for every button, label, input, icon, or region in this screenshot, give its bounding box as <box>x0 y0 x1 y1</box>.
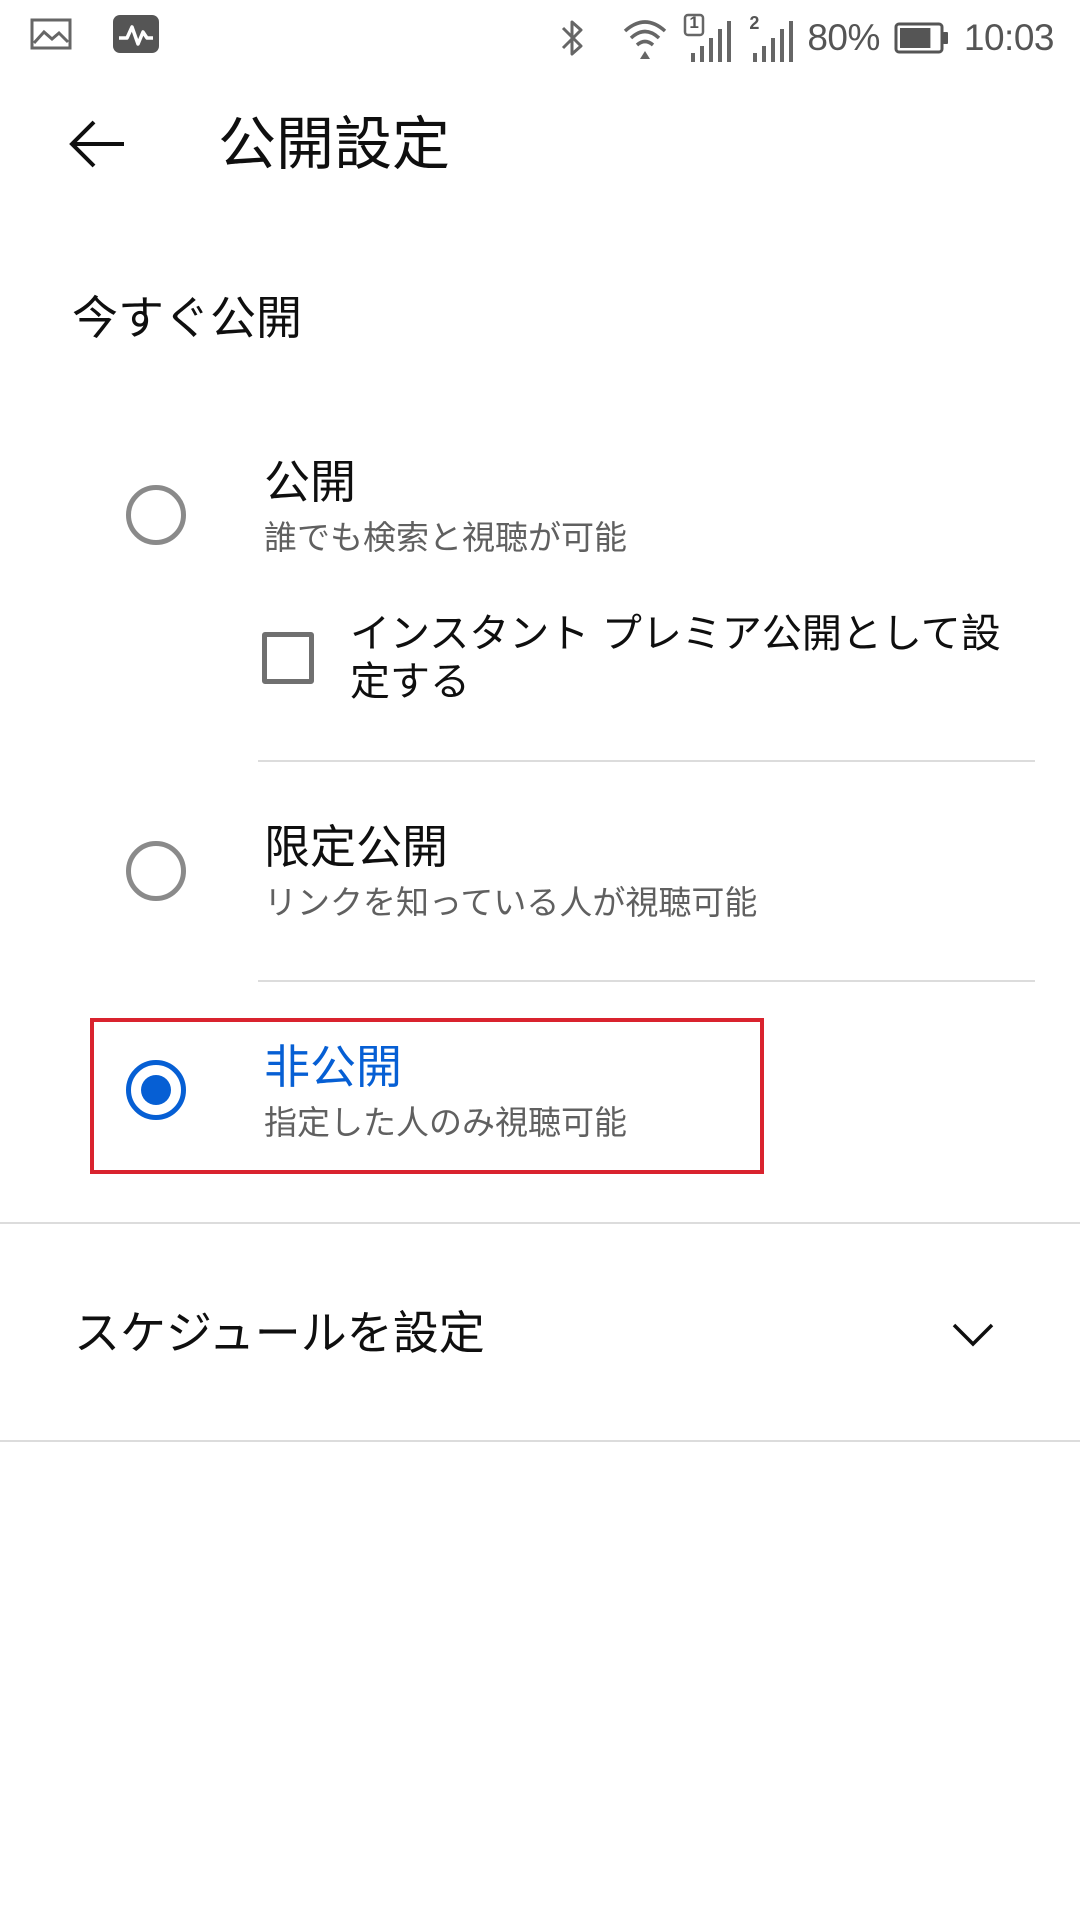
sim1-label: 1 <box>689 13 699 32</box>
battery-percent: 80% <box>807 17 880 58</box>
divider <box>0 1222 1080 1224</box>
wifi-icon <box>621 15 669 61</box>
radio-unlisted[interactable] <box>126 841 186 901</box>
option-unlisted-title: 限定公開 <box>264 820 448 874</box>
screen: 1 2 80% 10:03 公開設定 今すぐ公開 公開 誰でも検索と視聴が可能 … <box>0 0 1080 1920</box>
status-bar-right: 1 2 80% 10:03 <box>557 10 1055 66</box>
option-private[interactable]: 非公開 指定した人のみ視聴可能 <box>0 1025 1080 1175</box>
signal-sim2-icon: 2 <box>745 13 794 63</box>
section-title: 今すぐ公開 <box>72 291 302 345</box>
divider <box>258 760 1035 762</box>
status-bar: 1 2 80% 10:03 <box>0 0 1080 74</box>
signal-sim1-icon: 1 <box>683 13 732 63</box>
instant-premiere-checkbox-row[interactable]: インスタント プレミア公開として設定する <box>260 610 1020 720</box>
instant-premiere-label: インスタント プレミア公開として設定する <box>350 611 1001 705</box>
instant-premiere-checkbox[interactable] <box>262 632 314 684</box>
option-private-title: 非公開 <box>264 1040 402 1094</box>
chevron-down-icon[interactable] <box>948 1309 998 1359</box>
option-public-title: 公開 <box>264 455 356 509</box>
option-unlisted-subtitle: リンクを知っている人が視聴可能 <box>264 883 758 922</box>
top-app-bar: 公開設定 <box>0 74 1080 214</box>
option-private-subtitle: 指定した人のみ視聴可能 <box>264 1103 627 1142</box>
sim2-label: 2 <box>749 13 760 33</box>
divider <box>258 980 1035 982</box>
page-title: 公開設定 <box>218 110 451 178</box>
radio-private[interactable] <box>126 1060 186 1120</box>
status-bar-left <box>30 14 160 54</box>
battery-icon <box>894 21 950 55</box>
divider <box>0 1440 1080 1442</box>
gallery-icon <box>30 17 72 51</box>
option-public-subtitle: 誰でも検索と視聴が可能 <box>264 518 627 557</box>
schedule-label: スケジュールを設定 <box>74 1306 485 1360</box>
radio-public[interactable] <box>126 485 186 545</box>
option-unlisted[interactable]: 限定公開 リンクを知っている人が視聴可能 <box>0 805 1080 955</box>
clock: 10:03 <box>963 17 1055 58</box>
bluetooth-icon <box>557 16 589 60</box>
back-button[interactable] <box>58 106 138 186</box>
activity-icon <box>112 14 160 54</box>
option-public[interactable]: 公開 誰でも検索と視聴が可能 <box>0 440 1080 590</box>
schedule-row[interactable]: スケジュールを設定 <box>0 1225 1080 1443</box>
arrow-left-icon <box>68 119 128 173</box>
